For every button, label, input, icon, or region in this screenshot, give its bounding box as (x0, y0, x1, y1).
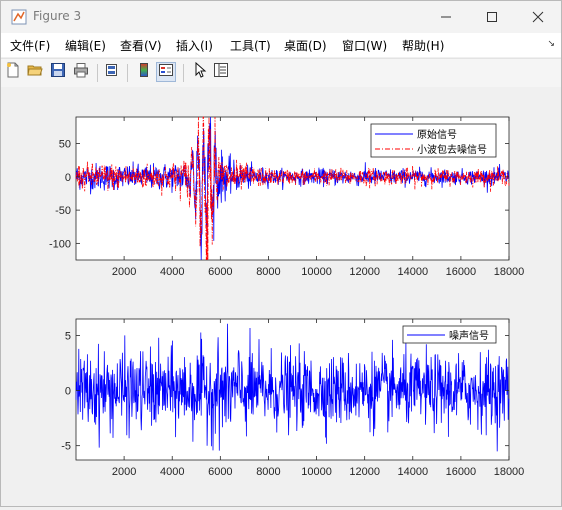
x-tick-label: 4000 (160, 266, 184, 278)
legend-icon (158, 62, 174, 82)
y-tick-label: -100 (49, 238, 71, 250)
x-tick-label: 2000 (112, 466, 136, 478)
window-title: Figure 3 (33, 9, 82, 23)
open-folder-icon (27, 62, 43, 82)
maximize-button[interactable] (469, 1, 515, 33)
axes-2[interactable]: 2000 4000 6000 8000 10000 12000 14000 16000 1800… (61, 318, 525, 478)
print-icon (73, 62, 89, 82)
legend-label-denoised: 小波包去噪信号 (417, 143, 487, 156)
link-plot-icon (104, 62, 120, 82)
menu-file[interactable]: 文件(F) (10, 37, 50, 54)
save-button[interactable] (48, 62, 68, 82)
figure-canvas: 2000 4000 6000 8000 10000 12000 14000 16000 1800… (1, 87, 561, 506)
menu-help[interactable]: 帮助(H) (402, 37, 444, 54)
property-inspector-icon (213, 62, 229, 82)
new-figure-icon (5, 62, 21, 82)
menu-insert[interactable]: 插入(I) (176, 37, 213, 54)
axes-1-legend[interactable]: 原始信号 小波包去噪信号 (370, 123, 497, 158)
new-figure-button[interactable] (3, 62, 23, 82)
toolbar-separator (97, 64, 98, 82)
x-tick-label: 6000 (208, 266, 232, 278)
menu-edit[interactable]: 编辑(E) (65, 37, 106, 54)
x-tick-label: 10000 (301, 466, 332, 478)
dock-arrow-icon[interactable]: ↘ (547, 39, 555, 49)
menu-view[interactable]: 查看(V) (120, 37, 162, 54)
pointer-icon (192, 61, 208, 82)
x-tick-label: 10000 (301, 266, 332, 278)
menu-window[interactable]: 窗口(W) (342, 37, 387, 54)
y-tick-label: -50 (55, 205, 71, 217)
legend-label-noise: 噪声信号 (449, 329, 489, 342)
menu-tools[interactable]: 工具(T) (230, 37, 271, 54)
x-tick-label: 14000 (397, 266, 428, 278)
x-tick-label: 12000 (349, 266, 380, 278)
save-icon (50, 62, 66, 82)
y-tick-label: 50 (59, 139, 71, 151)
insert-colorbar-button[interactable] (134, 62, 154, 82)
x-tick-label: 18000 (494, 466, 525, 478)
minimize-button[interactable] (423, 1, 469, 33)
x-tick-label: 6000 (208, 466, 232, 478)
figure-toolbar (1, 58, 561, 88)
toolbar-separator (183, 64, 184, 82)
toolbar-separator (127, 64, 128, 82)
x-tick-label: 8000 (256, 466, 280, 478)
menu-bar: 文件(F) 编辑(E) 查看(V) 插入(I) 工具(T) 桌面(D) 窗口(W… (1, 33, 561, 57)
y-tick-label: 0 (65, 172, 71, 184)
close-icon (532, 8, 544, 27)
minimize-icon (440, 8, 452, 27)
axes-1[interactable]: 2000 4000 6000 8000 10000 12000 14000 16000 1800… (49, 116, 525, 278)
legend-label-original: 原始信号 (417, 128, 457, 141)
open-file-button[interactable] (25, 62, 45, 82)
figure-plots: 2000 4000 6000 8000 10000 12000 14000 16000 1800… (49, 116, 525, 478)
insert-legend-button[interactable] (156, 62, 176, 82)
y-tick-label: 0 (65, 386, 71, 398)
x-tick-label: 18000 (494, 266, 525, 278)
link-plot-button[interactable] (102, 62, 122, 82)
x-tick-label: 16000 (446, 266, 477, 278)
property-inspector-button[interactable] (211, 62, 231, 82)
y-tick-label: -5 (61, 441, 71, 453)
menu-desktop[interactable]: 桌面(D) (284, 37, 327, 54)
title-bar[interactable]: Figure 3 (1, 1, 561, 33)
close-button[interactable] (515, 1, 561, 33)
x-tick-label: 12000 (349, 466, 380, 478)
x-tick-label: 8000 (256, 266, 280, 278)
x-tick-label: 14000 (397, 466, 428, 478)
y-tick-label: 5 (65, 331, 71, 343)
matlab-figure-icon (11, 9, 27, 25)
x-tick-label: 4000 (160, 466, 184, 478)
edit-plot-button[interactable] (190, 61, 210, 82)
figure-window: Figure 3 文件(F) 编辑(E) 查看(V) 插入(I) 工具(T) 桌… (0, 0, 562, 507)
x-tick-label: 16000 (446, 466, 477, 478)
maximize-icon (486, 8, 498, 27)
axes-2-legend[interactable]: 噪声信号 (402, 325, 497, 344)
x-tick-label: 2000 (112, 266, 136, 278)
print-button[interactable] (71, 62, 91, 82)
colorbar-icon (136, 62, 152, 82)
